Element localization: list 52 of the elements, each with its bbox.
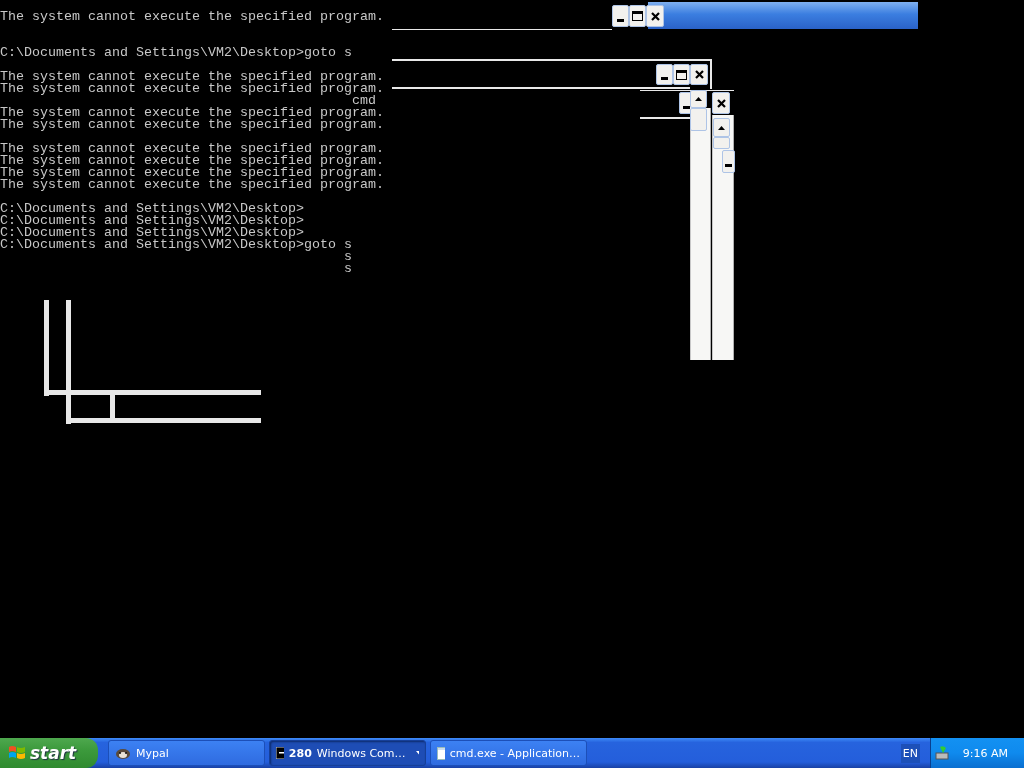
console-line: The system cannot execute the specified program.: [0, 107, 384, 119]
network-icon: [934, 745, 951, 761]
minimize-icon: [725, 164, 732, 167]
minimize-icon: [682, 105, 690, 109]
close-icon: [716, 98, 726, 108]
console-line: The system cannot execute the specified program.: [0, 179, 384, 191]
close-button[interactable]: [646, 5, 664, 27]
dropdown-arrow-icon: [415, 751, 419, 755]
console-line: cmd: [351, 95, 376, 107]
window-border: [640, 117, 690, 119]
up-arrow-icon: [718, 125, 725, 130]
close-button[interactable]: [712, 92, 730, 114]
taskbar-button[interactable]: 280 Windows Com…: [269, 740, 426, 766]
minimize-button[interactable]: [656, 64, 673, 85]
taskbar-button[interactable]: cmd.exe - Application…: [430, 740, 587, 766]
up-arrow-icon: [695, 97, 702, 101]
minimize-icon: [661, 77, 668, 80]
close-icon: [650, 11, 660, 21]
window-icon: [437, 746, 445, 760]
close-button[interactable]: [690, 64, 708, 85]
console-line: s: [343, 263, 352, 275]
console-line: s: [343, 251, 352, 263]
close-icon: [694, 70, 704, 79]
clock[interactable]: 9:16 AM: [962, 746, 1008, 760]
maximize-icon: [676, 69, 687, 80]
maximize-button[interactable]: [629, 5, 646, 27]
console-line: The system cannot execute the specified program.: [0, 11, 384, 23]
console-line: C:\Documents and Settings\VM2\Desktop>: [0, 227, 304, 239]
scroll-up-button[interactable]: [690, 90, 707, 108]
console-line: The system cannot execute the specified program.: [0, 167, 384, 179]
console-line: The system cannot execute the specified program.: [0, 119, 384, 131]
minimize-icon: [617, 18, 624, 22]
taskbar-button[interactable]: Mypal: [108, 740, 265, 766]
console-line: C:\Documents and Settings\VM2\Desktop>: [0, 203, 304, 215]
scrollbar-thumb[interactable]: [690, 108, 707, 131]
console-line: C:\Documents and Settings\VM2\Desktop>goto s: [0, 47, 352, 59]
console-line: C:\Documents and Settings\VM2\Desktop>goto s: [0, 239, 352, 251]
console-line: The system cannot execute the specified program.: [0, 143, 384, 155]
console-line: The system cannot execute the specified program.: [0, 83, 384, 95]
console-line: C:\Documents and Settings\VM2\Desktop>: [0, 215, 304, 227]
scroll-up-button[interactable]: [713, 118, 730, 137]
console-line: The system cannot execute the specified program.: [0, 155, 384, 167]
windows-logo-icon: [8, 744, 26, 762]
minimize-button[interactable]: [722, 150, 735, 173]
maximize-icon: [632, 11, 643, 21]
language-indicator[interactable]: EN: [900, 743, 920, 763]
start-button[interactable]: start: [0, 738, 98, 768]
scrollbar-thumb[interactable]: [713, 137, 730, 149]
maximize-button[interactable]: [673, 64, 690, 85]
console-icon: [276, 747, 284, 759]
console-line: The system cannot execute the specified program.: [0, 71, 384, 83]
minimize-button[interactable]: [612, 5, 629, 27]
